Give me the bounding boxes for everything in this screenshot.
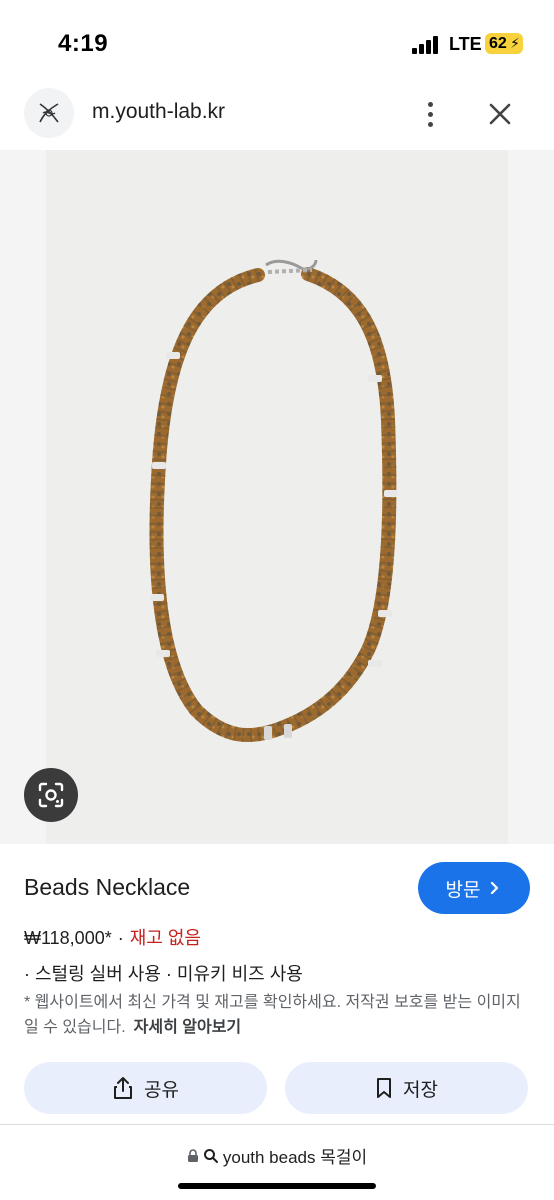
stock-status: 재고 없음 bbox=[129, 928, 201, 948]
disclaimer-text: * 웹사이트에서 최신 가격 및 재고를 확인하세요. 저작권 보호를 받는 이… bbox=[24, 994, 521, 1036]
battery-icon: 62 ⚡ bbox=[485, 33, 523, 54]
bookmark-icon bbox=[377, 1078, 392, 1098]
save-button[interactable]: 저장 bbox=[285, 1062, 528, 1114]
battery-level: 62 bbox=[489, 35, 507, 52]
home-indicator[interactable] bbox=[178, 1183, 376, 1189]
product-title: Beads Necklace bbox=[24, 874, 191, 900]
disclaimer: * 웹사이트에서 최신 가격 및 재고를 확인하세요. 저작권 보호를 받는 이… bbox=[24, 990, 534, 1040]
search-query: youth beads 목걸이 bbox=[222, 1148, 368, 1167]
separator: · bbox=[117, 928, 124, 948]
signal-icon bbox=[412, 36, 438, 54]
close-icon[interactable] bbox=[484, 98, 516, 130]
lock-icon bbox=[187, 1148, 198, 1162]
lens-icon[interactable] bbox=[24, 768, 78, 822]
learn-more-link[interactable]: 자세히 알아보기 bbox=[134, 1019, 242, 1036]
product-image-area bbox=[0, 150, 554, 844]
visit-label: 방문 bbox=[445, 879, 481, 901]
status-time: 4:19 bbox=[58, 30, 109, 57]
network-label: LTE bbox=[449, 34, 482, 54]
url-bar: m.youth-lab.kr bbox=[0, 78, 554, 150]
share-button[interactable]: 공유 bbox=[24, 1062, 267, 1114]
product-image[interactable] bbox=[46, 150, 508, 844]
price-line: ₩118,000* · 재고 없음 bbox=[24, 924, 201, 950]
chevron-right-icon bbox=[491, 881, 499, 895]
site-logo-icon[interactable] bbox=[24, 88, 74, 138]
save-label: 저장 bbox=[403, 1079, 438, 1101]
visit-button[interactable]: 방문 bbox=[418, 862, 530, 914]
search-icon bbox=[203, 1148, 218, 1163]
product-features: · 스털링 실버 사용 · 미유키 비즈 사용 bbox=[24, 964, 303, 984]
more-vert-icon[interactable] bbox=[416, 96, 444, 132]
url-text[interactable]: m.youth-lab.kr bbox=[92, 100, 225, 124]
status-bar: 4:19 LTE 62 ⚡ bbox=[0, 0, 554, 78]
price: ₩118,000* bbox=[24, 928, 112, 948]
share-icon bbox=[114, 1077, 133, 1099]
bottom-search-bar: youth beads 목걸이 bbox=[0, 1124, 554, 1200]
share-label: 공유 bbox=[144, 1079, 179, 1101]
search-query-bar[interactable]: youth beads 목걸이 bbox=[0, 1143, 554, 1168]
